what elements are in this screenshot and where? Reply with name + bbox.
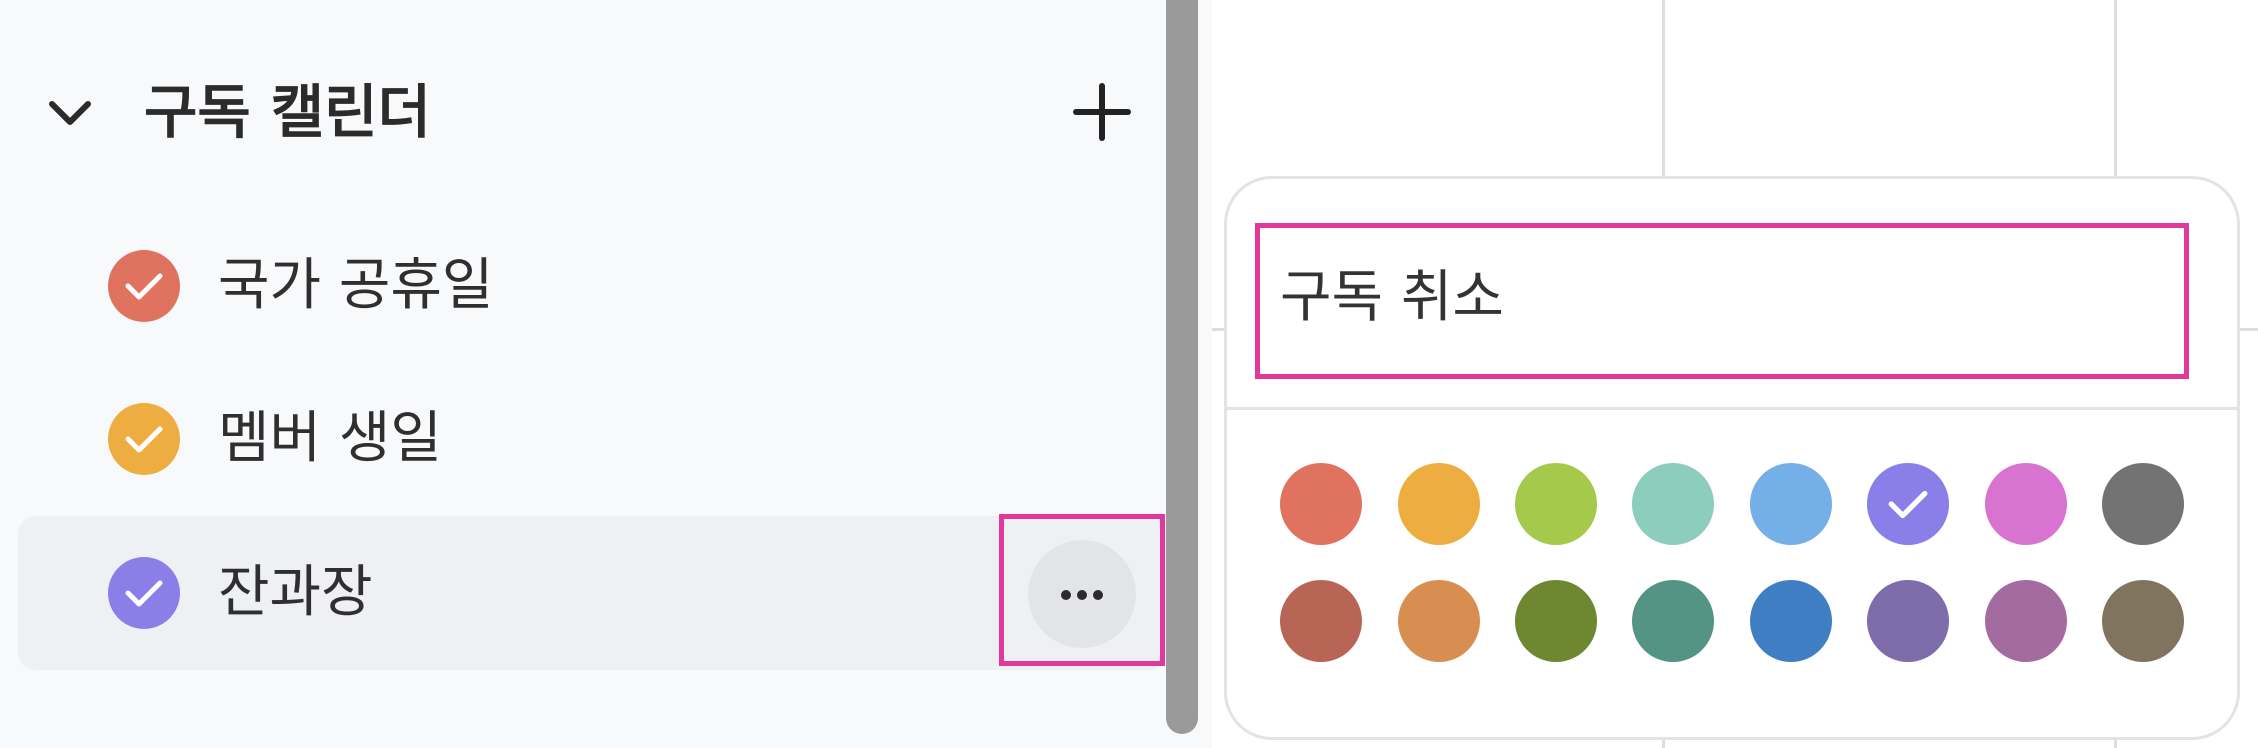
more-horizontal-icon [1028,590,1136,600]
color-swatch[interactable] [1867,580,1949,662]
color-swatch[interactable] [1280,580,1362,662]
sidebar: 구독 캘린더 국가 공휴일 멤버 생일 잔과장 [0,0,1168,748]
calendar-checkbox[interactable] [108,250,180,322]
section-title: 구독 캘린더 [144,78,431,146]
color-swatch[interactable] [1985,580,2067,662]
color-swatch[interactable] [1398,580,1480,662]
unsubscribe-label: 구독 취소 [1280,265,1504,330]
calendar-checkbox[interactable] [108,403,180,475]
calendar-options-popover: 구독 취소 [1224,176,2240,740]
calendar-label: 잔과장 [218,560,373,625]
more-options-button[interactable] [1028,540,1136,648]
check-icon [125,426,163,453]
color-swatch[interactable] [2102,580,2184,662]
color-swatch-selected[interactable] [1867,463,1949,545]
color-swatch[interactable] [1750,463,1832,545]
color-swatch[interactable] [1280,463,1362,545]
color-swatch[interactable] [1515,463,1597,545]
calendar-item[interactable]: 멤버 생일 [18,362,1168,516]
color-swatch[interactable] [1632,580,1714,662]
calendar-app: 구독 캘린더 국가 공휴일 멤버 생일 잔과장 구독 취소 [0,0,2258,748]
color-swatch[interactable] [1985,463,2067,545]
color-swatch[interactable] [1750,580,1832,662]
check-icon [125,273,163,300]
check-icon [1888,490,1928,519]
unsubscribe-menu-item[interactable]: 구독 취소 [1255,223,2189,379]
color-swatch[interactable] [1632,463,1714,545]
color-swatch[interactable] [1515,580,1597,662]
plus-icon[interactable] [1070,80,1134,144]
subscribed-calendars-header: 구독 캘린더 [0,58,1166,166]
check-icon [125,580,163,607]
color-swatch[interactable] [1398,463,1480,545]
sidebar-scrollbar[interactable] [1166,0,1198,734]
color-swatch[interactable] [2102,463,2184,545]
calendar-label: 멤버 생일 [218,406,442,471]
calendar-item[interactable]: 국가 공휴일 [18,209,1168,363]
calendar-label: 국가 공휴일 [218,253,494,318]
calendar-item[interactable]: 잔과장 [18,516,1168,670]
chevron-down-icon[interactable] [46,90,94,138]
divider [1227,407,2237,410]
grid-line [2240,328,2258,331]
calendar-checkbox[interactable] [108,557,180,629]
